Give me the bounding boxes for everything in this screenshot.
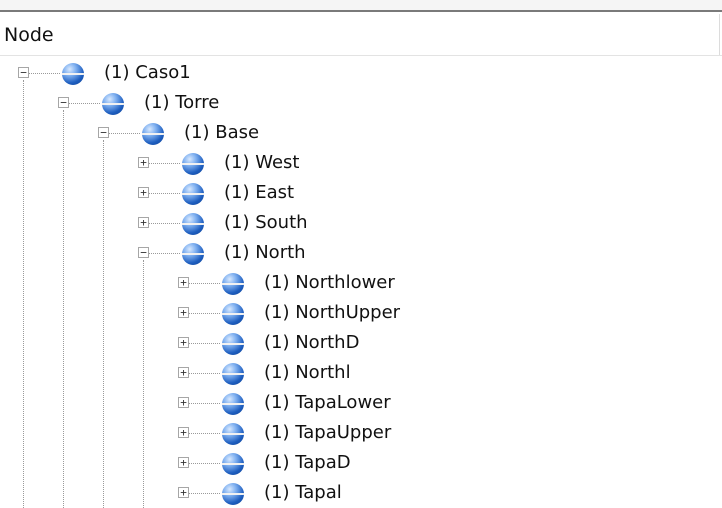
- tree-connector-line: [149, 223, 180, 224]
- tree-node-label: (1) Northl: [264, 362, 351, 383]
- tree-node-label: (1) South: [224, 212, 308, 233]
- tree-node-label: (1) East: [224, 182, 295, 203]
- tree-node-label: (1) North: [224, 242, 306, 263]
- tree-connector-line: [189, 313, 220, 314]
- tree-node-row[interactable]: + (1) South: [0, 209, 722, 239]
- column-header[interactable]: Node: [0, 14, 722, 56]
- tree-connector-line: [189, 343, 220, 344]
- sphere-node-icon: [182, 243, 204, 265]
- collapse-icon[interactable]: −: [58, 97, 69, 108]
- tree-connector-line: [149, 193, 180, 194]
- collapse-icon[interactable]: −: [98, 127, 109, 138]
- sphere-node-icon: [222, 303, 244, 325]
- sphere-node-icon: [222, 453, 244, 475]
- tree-node-label: (1) NorthUpper: [264, 302, 401, 323]
- tree-connector-line: [189, 373, 220, 374]
- tree-node-row[interactable]: + (1) TapaD: [0, 449, 722, 479]
- tree-node-label: (1) TapaUpper: [264, 422, 392, 443]
- tree-node-row[interactable]: + (1) East: [0, 179, 722, 209]
- sphere-node-icon: [182, 183, 204, 205]
- tree-node-row[interactable]: + (1) Northl: [0, 359, 722, 389]
- tree-node-label: (1) TapaD: [264, 452, 351, 473]
- tree-node-row[interactable]: + (1) West: [0, 149, 722, 179]
- sphere-node-icon: [222, 273, 244, 295]
- expand-icon[interactable]: +: [178, 277, 189, 288]
- expand-icon[interactable]: +: [138, 187, 149, 198]
- tree-node-row[interactable]: + (1) NorthD: [0, 329, 722, 359]
- tree-node-row[interactable]: + (1) NorthUpper: [0, 299, 722, 329]
- tree-node-row[interactable]: + (1) Tapal: [0, 479, 722, 508]
- tree-node-row[interactable]: + (1) TapaUpper: [0, 419, 722, 449]
- tree-node-label: (1) Northlower: [264, 272, 395, 293]
- expand-icon[interactable]: +: [138, 157, 149, 168]
- tree-node-row[interactable]: − (1) North: [0, 239, 722, 269]
- tree-node-row[interactable]: + (1) TapaLower: [0, 389, 722, 419]
- tree-connector-line: [109, 133, 140, 134]
- collapse-icon[interactable]: −: [138, 247, 149, 258]
- tree-node-label: (1) TapaLower: [264, 392, 391, 413]
- expand-icon[interactable]: +: [178, 367, 189, 378]
- sphere-node-icon: [62, 63, 84, 85]
- sphere-node-icon: [182, 153, 204, 175]
- sphere-node-icon: [102, 93, 124, 115]
- tree-connector-line: [189, 283, 220, 284]
- tree-node-label: (1) Caso1: [104, 62, 191, 83]
- tree-connector-line: [189, 433, 220, 434]
- tree-node-label: (1) NorthD: [264, 332, 360, 353]
- tree-connector-line: [149, 253, 180, 254]
- expand-icon[interactable]: +: [178, 397, 189, 408]
- tree-connector-line: [69, 103, 100, 104]
- tree-node-label: (1) Tapal: [264, 482, 342, 503]
- column-header-separator[interactable]: [719, 14, 720, 55]
- sphere-node-icon: [182, 213, 204, 235]
- column-header-label: Node: [4, 24, 54, 46]
- tree-connector-line: [189, 493, 220, 494]
- sphere-node-icon: [222, 363, 244, 385]
- sphere-node-icon: [222, 393, 244, 415]
- tree-connector-line: [149, 163, 180, 164]
- tree-node-label: (1) Torre: [144, 92, 220, 113]
- tree-connector-line: [189, 463, 220, 464]
- expand-icon[interactable]: +: [138, 217, 149, 228]
- tree-node-label: (1) Base: [184, 122, 260, 143]
- expand-icon[interactable]: +: [178, 487, 189, 498]
- tree-node-label: (1) West: [224, 152, 300, 173]
- sphere-node-icon: [142, 123, 164, 145]
- sphere-node-icon: [222, 483, 244, 505]
- top-border: [0, 0, 722, 12]
- tree-view[interactable]: − (1) Caso1 − (1) Torre − (1) Base + (1) West + (…: [0, 56, 722, 508]
- tree-node-row[interactable]: − (1) Caso1: [0, 59, 722, 89]
- collapse-icon[interactable]: −: [18, 67, 29, 78]
- tree-node-row[interactable]: − (1) Base: [0, 119, 722, 149]
- sphere-node-icon: [222, 333, 244, 355]
- expand-icon[interactable]: +: [178, 337, 189, 348]
- sphere-node-icon: [222, 423, 244, 445]
- tree-connector-line: [29, 73, 60, 74]
- expand-icon[interactable]: +: [178, 427, 189, 438]
- tree-node-row[interactable]: + (1) Northlower: [0, 269, 722, 299]
- expand-icon[interactable]: +: [178, 457, 189, 468]
- expand-icon[interactable]: +: [178, 307, 189, 318]
- tree-node-row[interactable]: − (1) Torre: [0, 89, 722, 119]
- tree-connector-line: [189, 403, 220, 404]
